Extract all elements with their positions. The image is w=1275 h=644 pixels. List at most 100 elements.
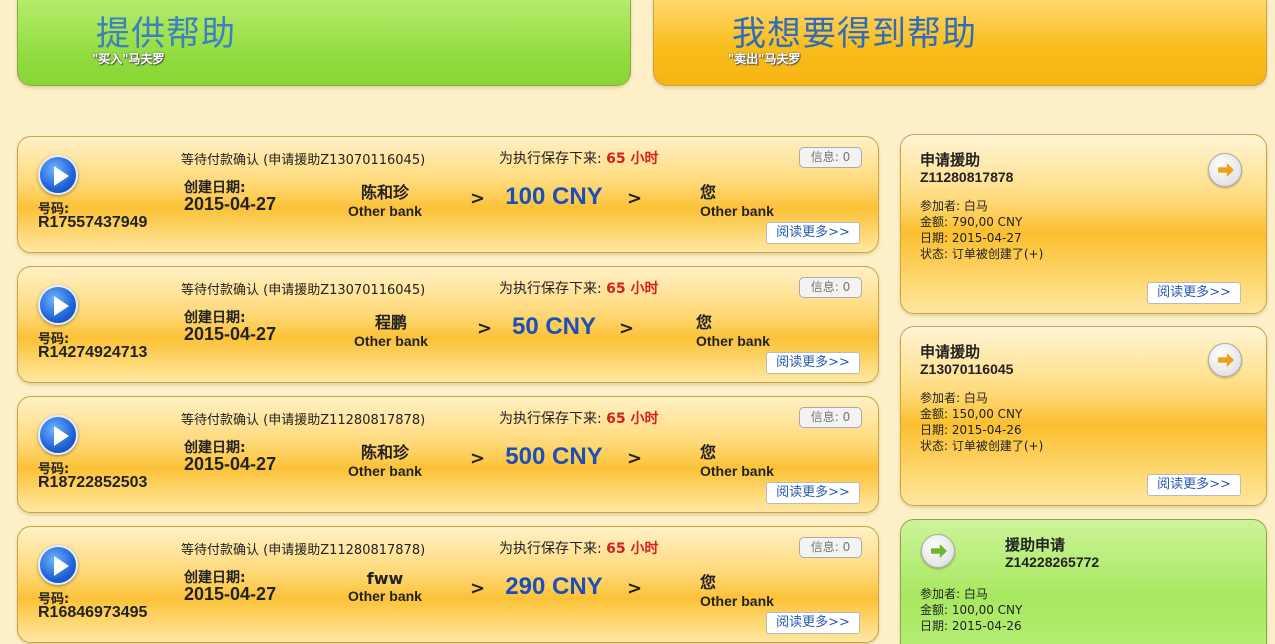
sender: 程鹏 Other bank [336, 309, 446, 349]
order-status: 等待付款确认 (申请援助Z13070116045) [181, 153, 426, 168]
request-status: 状态: 订单被创建了(+) [920, 247, 1044, 261]
keep-label: 为执行保存下来: [499, 151, 607, 167]
keep-label: 为执行保存下来: [499, 281, 607, 297]
keep-timer: 为执行保存下来: 65 小时 [499, 148, 659, 168]
arrow-left: > [470, 188, 486, 209]
recipient: 您 Other bank [700, 569, 774, 609]
read-more-button[interactable]: 阅读更多>> [1147, 474, 1241, 496]
request-title: 申请援助 [920, 343, 981, 361]
sender-name: 陈和珍 [360, 443, 409, 462]
created-date: 2015-04-27 [184, 324, 277, 344]
recipient-name: 您 [700, 443, 717, 462]
keep-timer: 为执行保存下来: 65 小时 [499, 408, 659, 428]
order-number: R14274924713 [38, 344, 148, 361]
arrow-right-icon[interactable] [1208, 153, 1242, 187]
order-card: 号码: R14274924713 等待付款确认 (申请援助Z1307011604… [17, 266, 879, 383]
order-amount: 290 CNY [505, 573, 603, 600]
keep-label: 为执行保存下来: [499, 411, 607, 427]
sender: 陈和珍 Other bank [330, 439, 440, 479]
request-details: 参加者: 白马 金额: 100,00 CNY 日期: 2015-04-26 [920, 586, 1022, 634]
request-id: Z14228265772 [1005, 554, 1100, 570]
read-more-button[interactable]: 阅读更多>> [766, 612, 860, 634]
keep-hours: 65 小时 [606, 411, 659, 427]
request-amount: 金额: 150,00 CNY [920, 407, 1023, 421]
play-icon[interactable] [38, 155, 78, 195]
arrow-right: > [619, 318, 635, 339]
keep-hours: 65 小时 [606, 151, 659, 167]
info-badge[interactable]: 信息: 0 [799, 537, 862, 558]
recipient: 您 Other bank [700, 439, 774, 479]
arrow-left: > [470, 448, 486, 469]
sender-name: 程鹏 [374, 313, 407, 332]
recipient-bank: Other bank [700, 593, 774, 609]
info-badge[interactable]: 信息: 0 [799, 277, 862, 298]
request-amount: 金额: 790,00 CNY [920, 215, 1023, 229]
read-more-button[interactable]: 阅读更多>> [766, 222, 860, 244]
order-amount: 500 CNY [505, 443, 603, 470]
sender-bank: Other bank [348, 463, 422, 479]
request-amount: 金额: 100,00 CNY [920, 603, 1023, 617]
order-card: 号码: R17557437949 等待付款确认 (申请援助Z1307011604… [17, 136, 879, 253]
help-request-card: 申请援助 Z13070116045 参加者: 白马 金额: 150,00 CNY… [900, 326, 1267, 506]
arrow-left: > [477, 318, 493, 339]
request-participant: 参加者: 白马 [920, 587, 988, 601]
created-date: 2015-04-27 [184, 584, 277, 604]
play-icon[interactable] [38, 285, 78, 325]
keep-hours: 65 小时 [606, 281, 659, 297]
order-amount: 50 CNY [511, 313, 597, 340]
sender-bank: Other bank [348, 203, 422, 219]
provide-help-button[interactable]: 提供帮助 "买入"马夫罗 [17, 0, 631, 86]
request-date: 日期: 2015-04-27 [920, 231, 1022, 245]
arrow-left: > [470, 578, 486, 599]
sender: 陈和珍 Other bank [330, 179, 440, 219]
keep-timer: 为执行保存下来: 65 小时 [499, 278, 659, 298]
order-status: 等待付款确认 (申请援助Z11280817878) [181, 413, 426, 428]
request-details: 参加者: 白马 金额: 790,00 CNY 日期: 2015-04-27 状态… [920, 198, 1043, 262]
order-number: R16846973495 [38, 604, 148, 621]
get-help-button[interactable]: 我想要得到帮助 "卖出"马夫罗 [653, 0, 1267, 86]
get-help-title: 我想要得到帮助 [732, 14, 977, 54]
sender-bank: Other bank [348, 588, 422, 604]
arrow-right-icon[interactable] [921, 534, 955, 568]
sender: fww Other bank [330, 569, 440, 604]
arrow-right-icon[interactable] [1208, 343, 1242, 377]
request-details: 参加者: 白马 金额: 150,00 CNY 日期: 2015-04-26 状态… [920, 390, 1043, 454]
sender-bank: Other bank [354, 333, 428, 349]
request-status: 状态: 订单被创建了(+) [920, 439, 1044, 453]
read-more-button[interactable]: 阅读更多>> [766, 352, 860, 374]
provide-help-title: 提供帮助 [96, 14, 236, 54]
get-help-subtitle: "卖出"马夫罗 [728, 52, 801, 66]
assistance-application-card: 援助申请 Z14228265772 参加者: 白马 金额: 100,00 CNY… [900, 519, 1267, 644]
sender-name: 陈和珍 [360, 183, 409, 202]
play-icon[interactable] [38, 545, 78, 585]
recipient-name: 您 [700, 183, 717, 202]
provide-help-subtitle: "买入"马夫罗 [92, 52, 165, 66]
order-card: 号码: R18722852503 等待付款确认 (申请援助Z1128081787… [17, 396, 879, 513]
order-number: R18722852503 [38, 474, 148, 491]
keep-hours: 65 小时 [606, 541, 659, 557]
read-more-button[interactable]: 阅读更多>> [766, 482, 860, 504]
order-status: 等待付款确认 (申请援助Z11280817878) [181, 543, 426, 558]
request-id: Z13070116045 [920, 361, 1014, 377]
order-status: 等待付款确认 (申请援助Z13070116045) [181, 283, 426, 298]
play-icon[interactable] [38, 415, 78, 455]
keep-timer: 为执行保存下来: 65 小时 [499, 538, 659, 558]
request-participant: 参加者: 白马 [920, 199, 988, 213]
recipient: 您 Other bank [696, 309, 770, 349]
created-date: 2015-04-27 [184, 454, 277, 474]
order-number: R17557437949 [38, 214, 148, 231]
read-more-button[interactable]: 阅读更多>> [1147, 282, 1241, 304]
request-participant: 参加者: 白马 [920, 391, 988, 405]
info-badge[interactable]: 信息: 0 [799, 407, 862, 428]
keep-label: 为执行保存下来: [499, 541, 607, 557]
request-id: Z11280817878 [920, 169, 1014, 185]
request-date: 日期: 2015-04-26 [920, 423, 1022, 437]
recipient-name: 您 [700, 573, 717, 592]
arrow-right: > [627, 188, 643, 209]
info-badge[interactable]: 信息: 0 [799, 147, 862, 168]
request-title: 援助申请 [1005, 536, 1066, 554]
created-date: 2015-04-27 [184, 194, 277, 214]
recipient-bank: Other bank [696, 333, 770, 349]
request-date: 日期: 2015-04-26 [920, 619, 1022, 633]
recipient-bank: Other bank [700, 463, 774, 479]
